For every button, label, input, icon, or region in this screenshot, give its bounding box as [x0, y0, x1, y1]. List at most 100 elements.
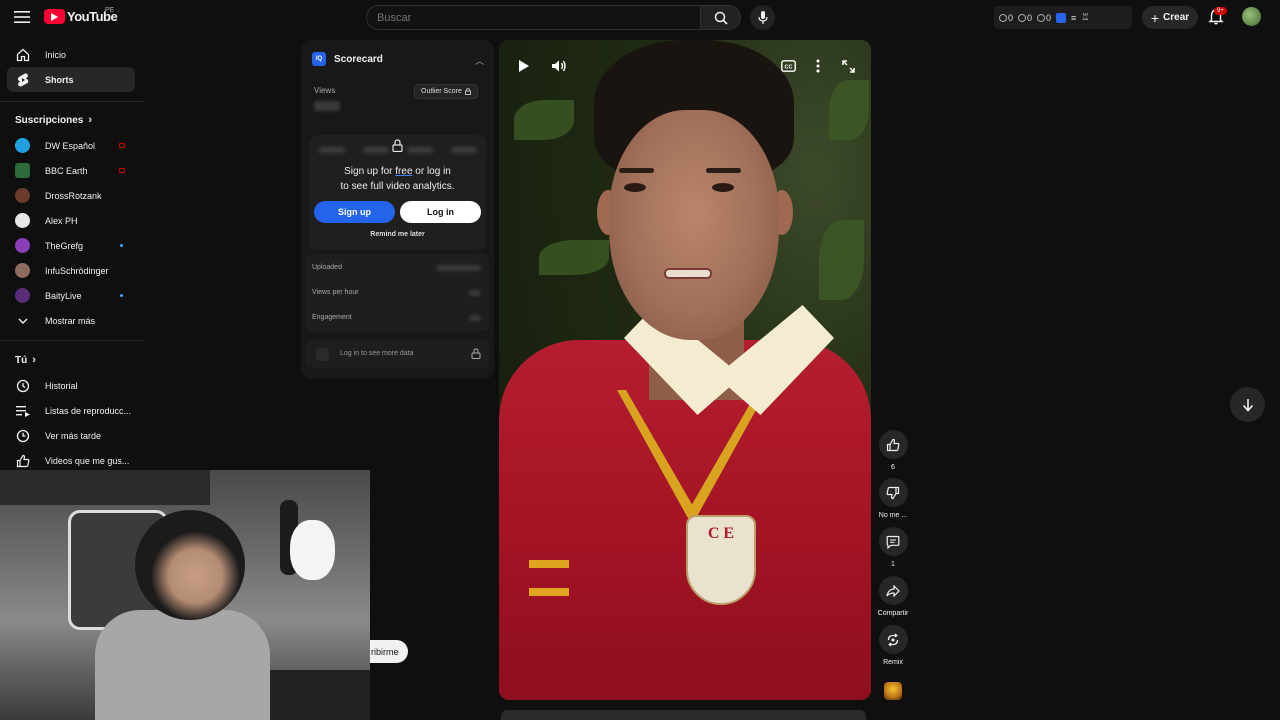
remix-action: Remix — [878, 625, 908, 666]
stat-views-per-hour-value-blurred — [469, 290, 481, 296]
outlier-score-button[interactable]: Outlier Score — [414, 84, 478, 99]
plus-icon: + — [1150, 9, 1160, 26]
stat-uploaded-value-blurred — [436, 265, 481, 271]
clock-icon — [999, 13, 1007, 22]
chevron-right-icon: › — [88, 114, 93, 126]
scorecard-header: IQ Scorecard — [312, 52, 383, 66]
sidebar-item-history[interactable]: Historial — [7, 373, 135, 398]
like-action: 6 — [878, 430, 908, 471]
subscribe-button[interactable]: ribirme — [370, 640, 408, 663]
vidiq-icon[interactable] — [1056, 12, 1067, 23]
channel-avatar — [15, 213, 30, 228]
sidebar-item-dw-espanol[interactable]: DW Español — [7, 133, 135, 158]
ext-stat-2: 0 — [1018, 13, 1032, 23]
sidebar-item-label: Ver más tarde — [45, 430, 102, 441]
voice-search-button[interactable] — [750, 5, 775, 30]
search-button[interactable] — [701, 5, 741, 30]
webcam-shelf — [0, 470, 210, 505]
dislike-button[interactable] — [878, 478, 908, 507]
sidebar-item-label: Shorts — [45, 74, 74, 85]
list-icon[interactable]: ≡ — [1071, 13, 1076, 23]
create-button[interactable]: + Crear — [1142, 6, 1198, 29]
share-button[interactable] — [878, 576, 908, 605]
sidebar-item-infuschrodinger[interactable]: InfuSchrödinger — [7, 258, 135, 283]
webcam-person-head — [135, 510, 245, 620]
like-button[interactable] — [878, 430, 908, 459]
channel-avatar — [15, 138, 30, 153]
play-button[interactable] — [514, 56, 534, 76]
thumbs-down-icon — [886, 486, 900, 499]
signup-button[interactable]: Sign up — [314, 201, 395, 223]
sidebar-item-bbc-earth[interactable]: BBC Earth — [7, 158, 135, 183]
volume-button[interactable] — [549, 56, 569, 76]
account-avatar[interactable] — [1242, 7, 1261, 26]
channel-avatar — [15, 263, 30, 278]
more-vertical-icon — [816, 59, 820, 73]
share-action: Compartir — [878, 576, 908, 617]
sidebar-item-drossrotzank[interactable]: DrossRotzank — [7, 183, 135, 208]
share-icon — [886, 584, 900, 597]
stat-engagement-label: Engagement — [312, 314, 352, 321]
eye-icon — [1018, 13, 1027, 22]
sidebar-item-label: InfuSchrödinger — [45, 265, 109, 276]
video-mouth — [664, 268, 712, 279]
show-more-button[interactable]: Mostrar más — [7, 308, 135, 333]
microphone-icon — [757, 10, 768, 24]
stat-views-per-hour-label: Views per hour — [312, 289, 359, 296]
sidebar-item-baitylive[interactable]: BaityLive — [7, 283, 135, 308]
menu-button[interactable] — [10, 5, 34, 29]
comments-button[interactable] — [878, 527, 908, 556]
trophy-icon[interactable]: ♖ — [1081, 12, 1089, 23]
youtube-logo[interactable]: YouTube PE — [44, 7, 118, 24]
playlists-icon — [15, 403, 31, 419]
home-icon — [15, 47, 31, 63]
comment-icon — [886, 535, 900, 549]
shorts-video-player[interactable]: C E CC — [499, 40, 871, 700]
play-icon — [519, 60, 529, 72]
video-face — [609, 110, 779, 340]
sidebar-item-thegrefg[interactable]: TheGrefg — [7, 233, 135, 258]
lock-icon — [392, 139, 403, 152]
video-leaf — [829, 80, 869, 140]
sidebar-item-playlists[interactable]: Listas de reproducc... — [7, 398, 135, 423]
collapse-chevron-icon[interactable]: ︿ — [475, 54, 484, 67]
free-link[interactable]: free — [395, 166, 412, 177]
more-data-row[interactable]: Log in to see more data — [306, 340, 489, 368]
live-icon — [119, 143, 125, 148]
sidebar-item-label: Videos que me gus... — [45, 455, 130, 466]
ext-stat-3: 0 — [1037, 13, 1051, 23]
extension-toolbar[interactable]: 0 0 0 ≡ ♖ — [994, 6, 1132, 29]
search-input[interactable] — [366, 5, 701, 30]
sidebar-item-watch-later[interactable]: Ver más tarde — [7, 423, 135, 448]
sidebar-item-shorts[interactable]: Shorts — [7, 67, 135, 92]
sidebar-item-home[interactable]: Inicio — [7, 42, 135, 67]
fullscreen-button[interactable] — [838, 56, 858, 76]
next-video-preview[interactable] — [501, 710, 866, 720]
channel-thumbnail[interactable] — [884, 682, 902, 700]
captions-button[interactable]: CC — [778, 56, 798, 76]
you-header[interactable]: Tú › — [15, 354, 36, 366]
video-leaf — [514, 100, 574, 140]
sidebar-divider — [0, 101, 145, 102]
login-button[interactable]: Log in — [400, 201, 481, 223]
signup-gate: Sign up for free or log in to see full v… — [309, 135, 486, 250]
video-eye — [624, 183, 646, 192]
sidebar-item-label: Listas de reproducc... — [45, 405, 132, 416]
sidebar-item-alex-ph[interactable]: Alex PH — [7, 208, 135, 233]
remix-button[interactable] — [878, 625, 908, 654]
video-sleeve-stripe — [529, 560, 569, 568]
more-options-button[interactable] — [808, 56, 828, 76]
channel-avatar — [15, 238, 30, 253]
next-video-button[interactable] — [1230, 387, 1265, 422]
remind-later-link[interactable]: Remind me later — [309, 231, 486, 238]
webcam-person-body — [95, 610, 270, 720]
webcam-overlay — [0, 470, 370, 720]
stat-uploaded-label: Uploaded — [312, 264, 342, 271]
scorecard-title: Scorecard — [334, 53, 383, 65]
search-icon — [714, 11, 728, 25]
live-icon — [119, 168, 125, 173]
subscriptions-header[interactable]: Suscripciones › — [15, 114, 92, 126]
show-more-label: Mostrar más — [45, 315, 96, 326]
channel-avatar — [15, 163, 30, 178]
sidebar-item-label: Alex PH — [45, 215, 78, 226]
